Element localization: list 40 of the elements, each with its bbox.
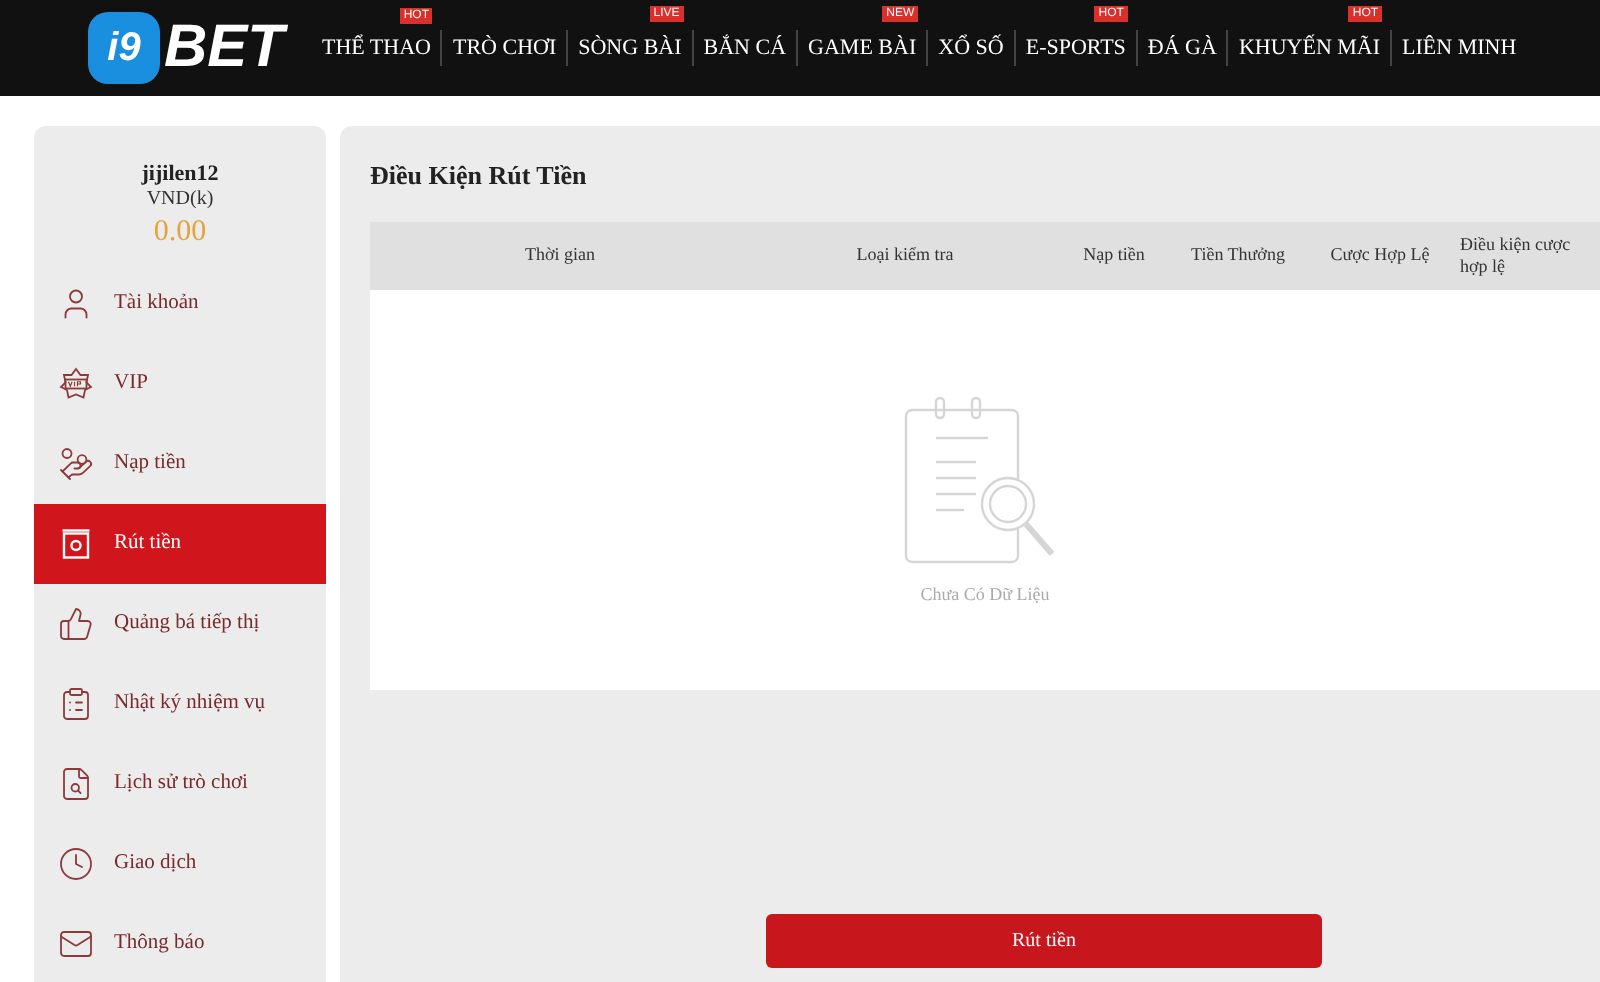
column-header: Tiền Thưởng bbox=[1189, 242, 1287, 269]
nav-link[interactable]: KHUYẾN MÃI bbox=[1228, 31, 1391, 65]
clipboard-list-icon bbox=[58, 686, 94, 722]
currency-label: VND(k) bbox=[144, 188, 216, 212]
page-title: Điều Kiện Rút Tiền bbox=[370, 158, 589, 194]
column-header: Loại kiểm tra bbox=[854, 242, 956, 269]
column-header: Điều kiện cược hợp lệ bbox=[1458, 234, 1573, 278]
sidebar-item[interactable]: Rút tiền bbox=[34, 504, 326, 584]
clock-icon bbox=[58, 846, 94, 882]
thumbs-up-icon bbox=[58, 606, 94, 642]
mail-icon bbox=[58, 926, 94, 962]
vip-badge-icon bbox=[58, 366, 94, 402]
nav-link[interactable]: LIÊN MINH bbox=[1392, 31, 1527, 65]
withdraw-button[interactable]: Rút tiền bbox=[766, 914, 1322, 968]
sidebar-item[interactable]: Tài khoản bbox=[34, 264, 326, 344]
sidebar-item[interactable]: VIP bbox=[34, 344, 326, 424]
nav-link[interactable]: TRÒ CHƠI bbox=[442, 31, 567, 65]
nav-link[interactable]: BẮN CÁ bbox=[693, 31, 797, 65]
file-search-icon bbox=[58, 766, 94, 802]
sidebar-item[interactable]: Quảng bá tiếp thị bbox=[34, 584, 326, 664]
sidebar-item[interactable]: Thông báo bbox=[34, 904, 326, 982]
column-header: Thời gian bbox=[522, 242, 597, 269]
nav-link[interactable]: XỔ SỐ bbox=[928, 31, 1014, 65]
sidebar-item[interactable]: Lịch sử trò chơi bbox=[34, 744, 326, 824]
safe-icon bbox=[58, 526, 94, 562]
nav-link[interactable]: GAME BÀI bbox=[798, 31, 927, 65]
nav-link[interactable]: THỂ THAO bbox=[312, 31, 441, 65]
nav-link[interactable]: E-SPORTS bbox=[1015, 31, 1136, 65]
column-header: Cược Hợp Lệ bbox=[1328, 242, 1432, 269]
column-header: Nạp tiền bbox=[1081, 242, 1147, 269]
nav-link[interactable]: ĐÁ GÀ bbox=[1137, 31, 1227, 65]
balance: 0.00 bbox=[151, 214, 209, 252]
username: jijilen12 bbox=[139, 162, 221, 188]
hand-coins-icon bbox=[58, 446, 94, 482]
sidebar-item[interactable]: Giao dịch bbox=[34, 824, 326, 904]
nav-link[interactable]: SÒNG BÀI bbox=[568, 31, 692, 65]
sidebar-item[interactable]: Nhật ký nhiệm vụ bbox=[34, 664, 326, 744]
logo[interactable]: i9 BET bbox=[88, 12, 284, 84]
sidebar-item[interactable]: Nạp tiền bbox=[34, 424, 326, 504]
empty-state-text: Chưa Có Dữ Liệu bbox=[920, 582, 1050, 609]
